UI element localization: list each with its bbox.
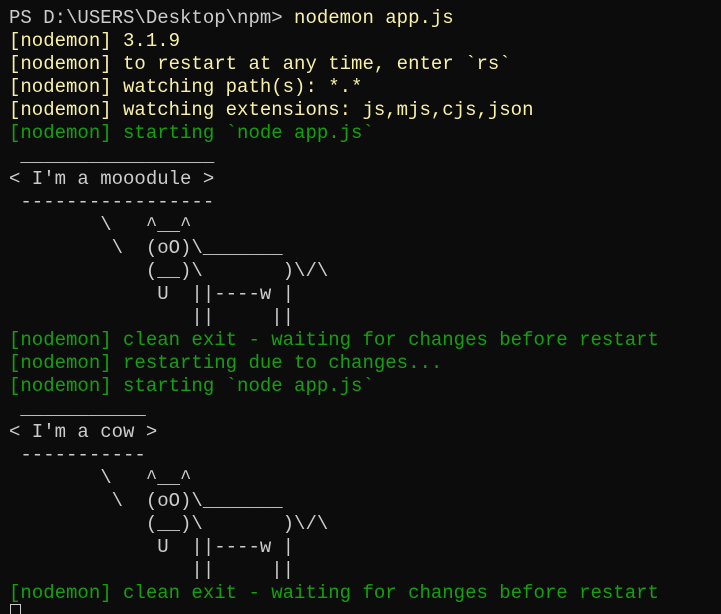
- output-line: || ||: [9, 306, 295, 328]
- output-line: [nodemon] to restart at any time, enter …: [9, 53, 511, 75]
- output-line: (__)\ )\/\: [9, 260, 329, 282]
- output-line: [nodemon] watching extensions: js,mjs,cj…: [9, 99, 534, 121]
- output-line: \ ^__^: [9, 467, 192, 489]
- output-line: [nodemon] starting `node app.js`: [9, 122, 374, 144]
- output-line: U ||----w |: [9, 536, 295, 558]
- output-line: [nodemon] watching path(s): *.*: [9, 76, 363, 98]
- output-line: [nodemon] starting `node app.js`: [9, 375, 374, 397]
- output-line: [nodemon] clean exit - waiting for chang…: [9, 582, 659, 604]
- output-line: -----------------: [9, 191, 215, 213]
- output-line: -----------: [9, 444, 146, 466]
- prompt-path: PS D:\USERS\Desktop\npm>: [9, 7, 295, 29]
- output-line: [nodemon] 3.1.9: [9, 30, 181, 52]
- output-line: \ (oO)\_______: [9, 237, 283, 259]
- text-cursor: [10, 604, 21, 614]
- output-line: < I'm a cow >: [9, 421, 158, 443]
- output-line: || ||: [9, 559, 295, 581]
- output-line: U ||----w |: [9, 283, 295, 305]
- output-line: ___________: [9, 398, 146, 420]
- terminal-window[interactable]: PS D:\USERS\Desktop\npm> nodemon app.js …: [0, 0, 721, 614]
- prompt-command: nodemon app.js: [294, 7, 454, 29]
- output-line: < I'm a mooodule >: [9, 168, 215, 190]
- prompt-line: PS D:\USERS\Desktop\npm> nodemon app.js: [9, 7, 454, 30]
- output-line: [nodemon] restarting due to changes...: [9, 352, 443, 374]
- output-line: \ ^__^: [9, 214, 192, 236]
- output-line: _________________: [9, 145, 215, 167]
- output-line: \ (oO)\_______: [9, 490, 283, 512]
- output-line: (__)\ )\/\: [9, 513, 329, 535]
- output-line: [nodemon] clean exit - waiting for chang…: [9, 329, 659, 351]
